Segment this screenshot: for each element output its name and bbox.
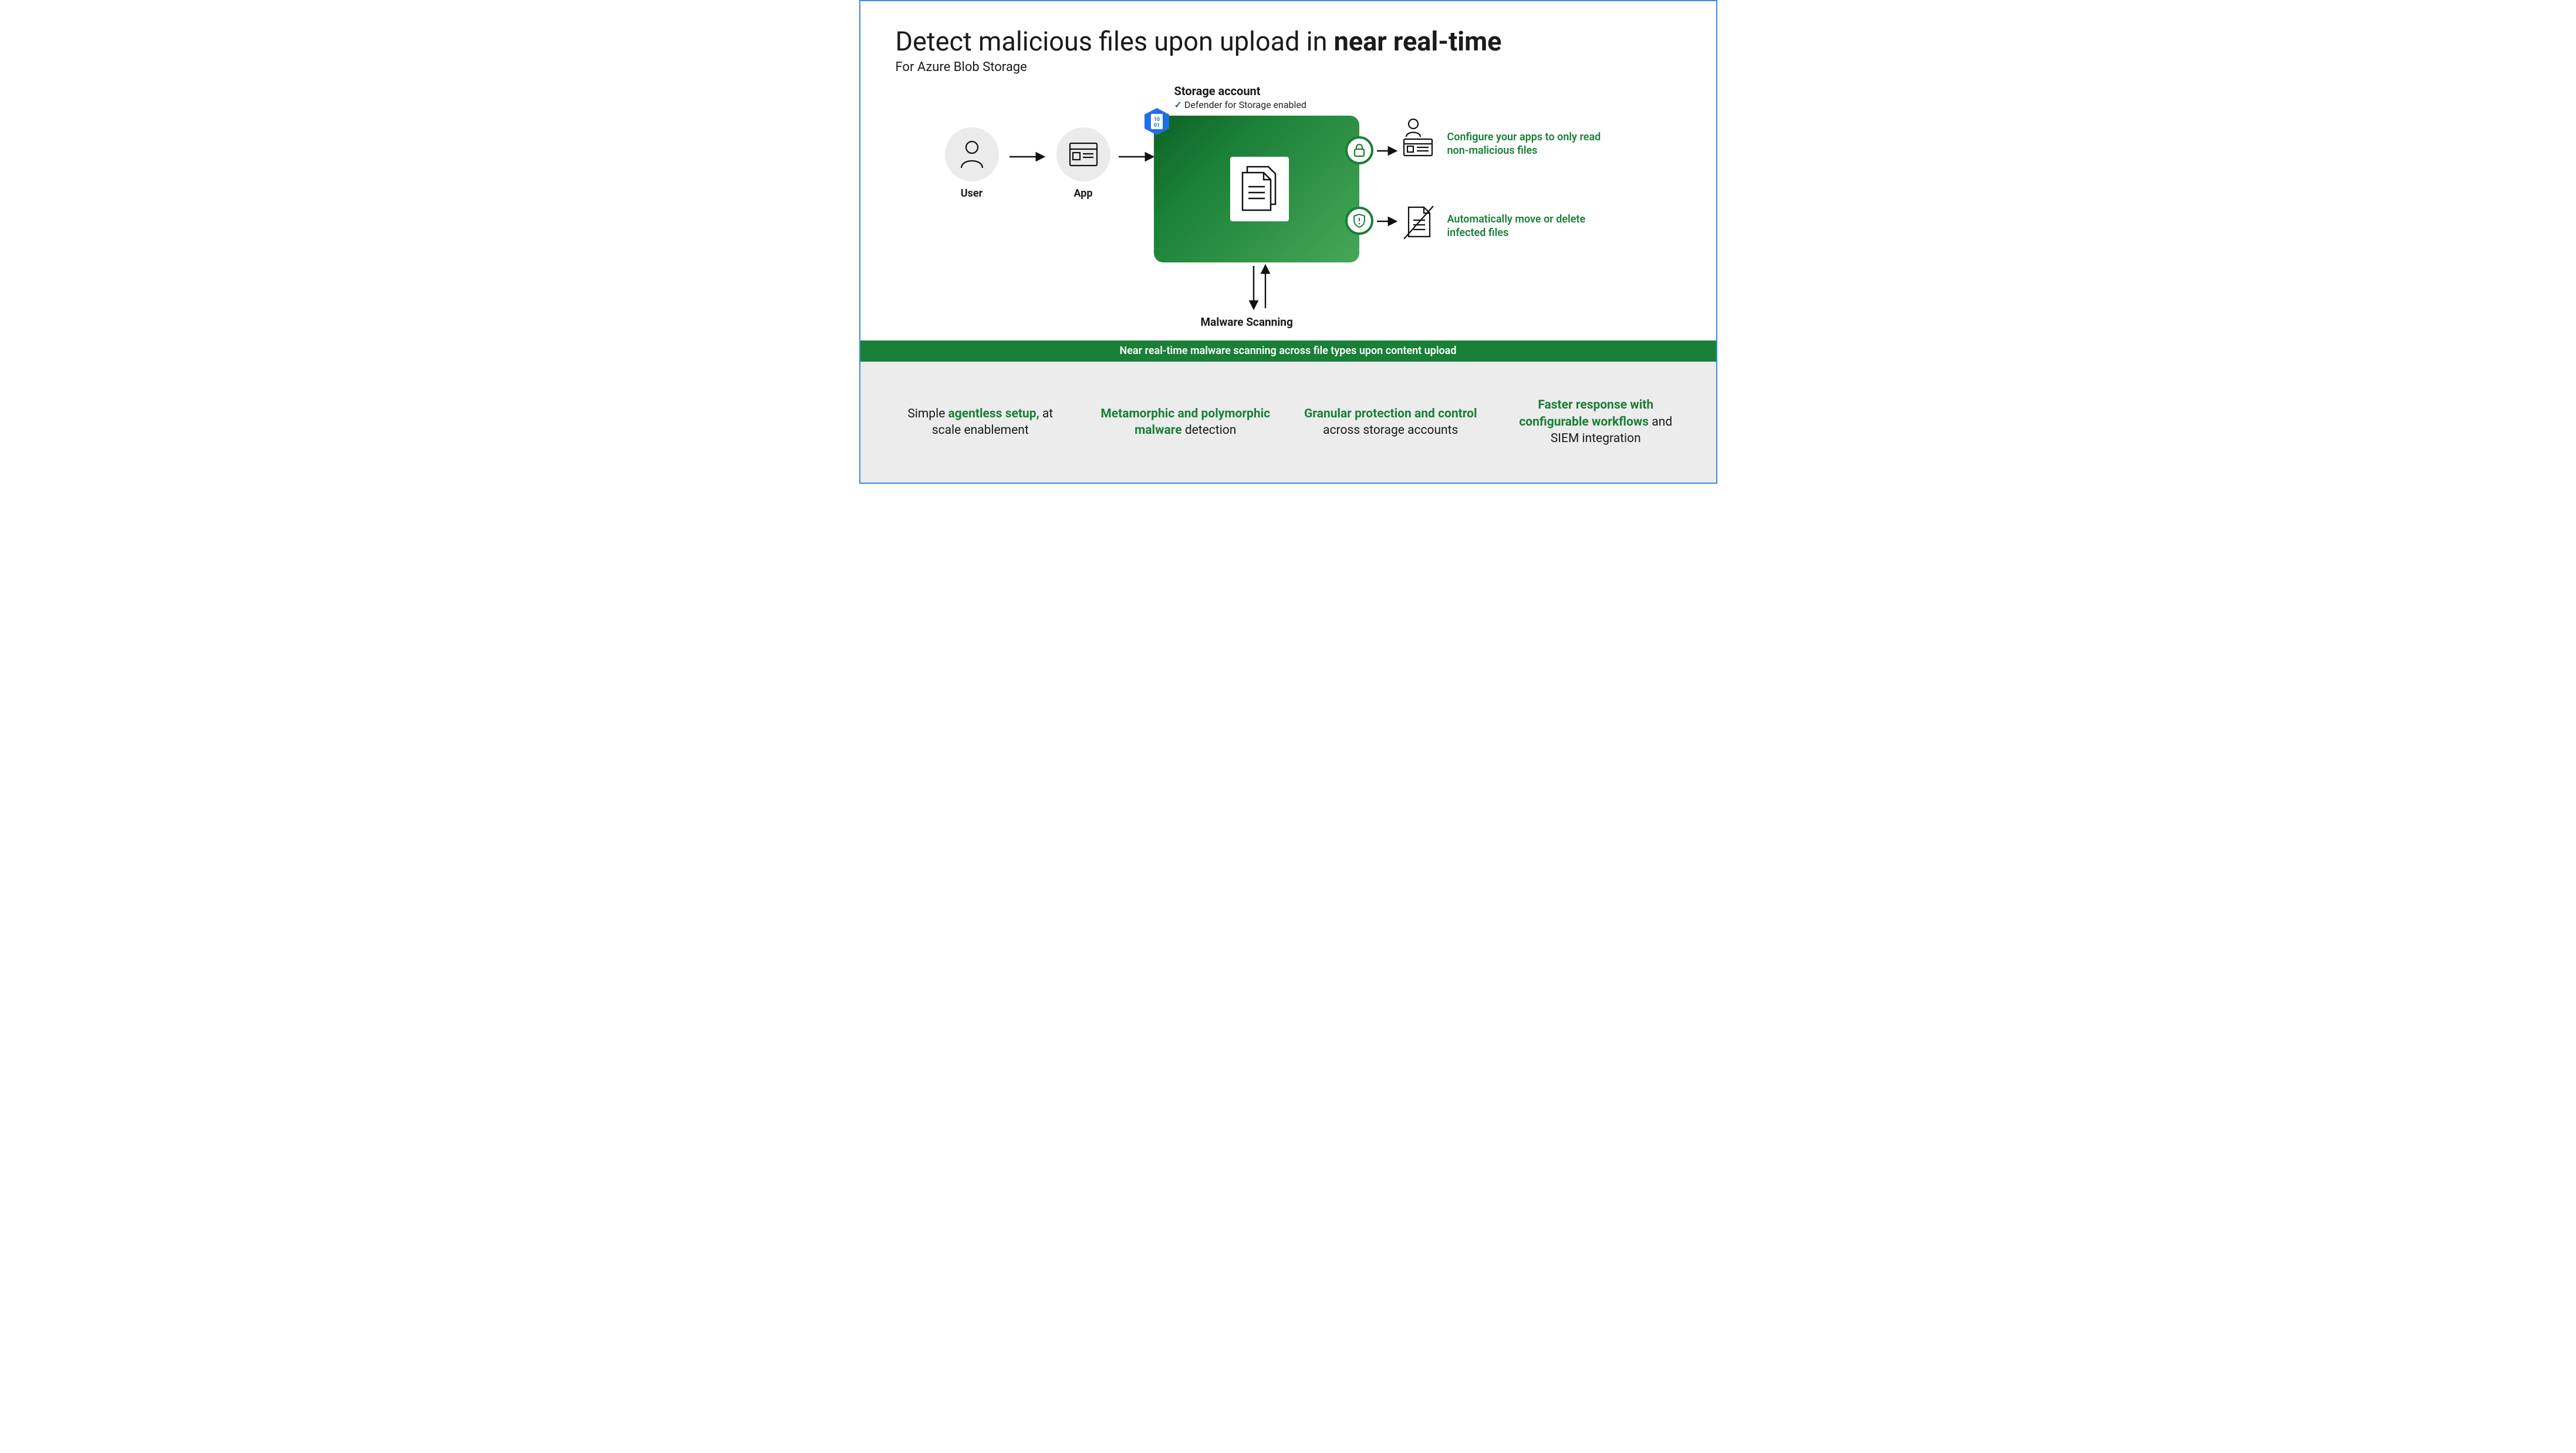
malware-scanning-label: Malware Scanning bbox=[1201, 315, 1293, 329]
lock-badge bbox=[1345, 136, 1373, 164]
user-node: User bbox=[937, 127, 1007, 200]
shield-alert-icon bbox=[1353, 213, 1366, 228]
svg-text:10: 10 bbox=[1153, 117, 1159, 123]
header: Detect malicious files upon upload in ne… bbox=[860, 1, 1716, 75]
app-node: App bbox=[1048, 127, 1119, 200]
person-card-icon bbox=[1400, 117, 1436, 160]
arrow-user-to-app bbox=[1008, 151, 1048, 163]
shield-badge bbox=[1345, 207, 1373, 235]
arrow-app-to-storage bbox=[1117, 151, 1157, 163]
page-title: Detect malicious files upon upload in ne… bbox=[896, 26, 1681, 58]
feature-workflow: Faster response with configurable workfl… bbox=[1508, 397, 1684, 447]
svg-text:01: 01 bbox=[1153, 123, 1159, 129]
arrow-to-outcome-b bbox=[1376, 215, 1400, 227]
arrow-malware-scanning bbox=[1242, 262, 1277, 315]
user-circle bbox=[945, 127, 999, 181]
feature-granular: Granular protection and control across s… bbox=[1302, 406, 1478, 439]
slide-frame: Detect malicious files upon upload in ne… bbox=[859, 0, 1717, 484]
blocked-file-icon bbox=[1400, 204, 1436, 244]
user-label: User bbox=[937, 187, 1007, 200]
lock-icon bbox=[1353, 143, 1366, 157]
arrow-to-outcome-a bbox=[1376, 145, 1400, 157]
outcome-read-clean: Configure your apps to only read non-mal… bbox=[1447, 130, 1612, 158]
title-plain: Detect malicious files upon upload in bbox=[896, 26, 1334, 57]
feature-polymorphic: Metamorphic and polymorphic malware dete… bbox=[1098, 406, 1274, 439]
feature-agentless: Simple agentless setup, at scale enablem… bbox=[892, 406, 1068, 439]
page-subtitle: For Azure Blob Storage bbox=[896, 60, 1681, 75]
features-row: Simple agentless setup, at scale enablem… bbox=[860, 362, 1716, 483]
binary-hex-icon: 10 01 bbox=[1142, 107, 1171, 136]
files-icon bbox=[1230, 157, 1289, 221]
app-label: App bbox=[1048, 187, 1119, 200]
architecture-diagram: User App Storage account bbox=[860, 80, 1716, 333]
defender-text: Defender for Storage enabled bbox=[1184, 99, 1306, 110]
defender-enabled-label: ✓Defender for Storage enabled bbox=[1174, 99, 1306, 110]
app-circle bbox=[1056, 127, 1110, 181]
banner-strip: Near real-time malware scanning across f… bbox=[860, 341, 1716, 362]
user-icon bbox=[959, 140, 985, 169]
outcome-move-delete: Automatically move or delete infected fi… bbox=[1447, 213, 1612, 240]
storage-account-label: Storage account bbox=[1174, 84, 1261, 98]
app-window-icon bbox=[1069, 142, 1098, 167]
check-icon: ✓ bbox=[1174, 99, 1182, 110]
title-bold: near real-time bbox=[1334, 26, 1502, 57]
